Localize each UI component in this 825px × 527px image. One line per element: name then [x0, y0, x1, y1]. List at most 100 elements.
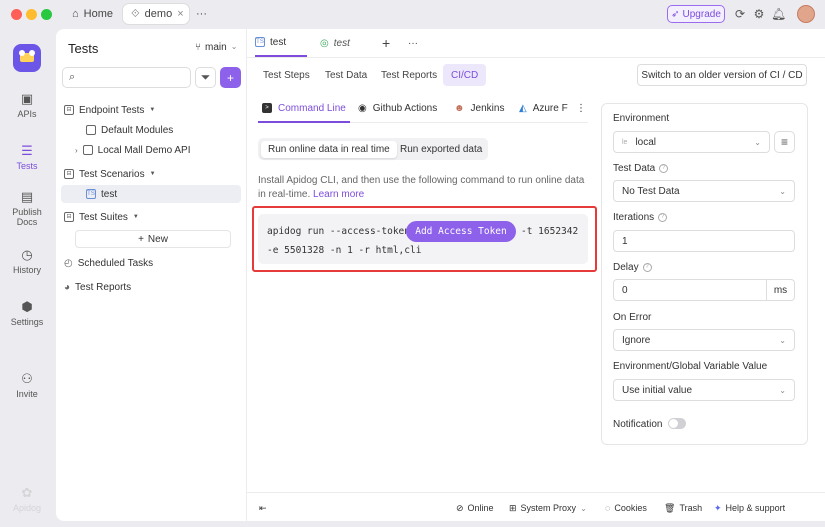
project-tab[interactable]: ⟐ demo ×	[123, 4, 189, 24]
trash-icon: 🗑︎	[664, 502, 676, 513]
learn-more-link[interactable]: Learn more	[313, 189, 364, 200]
home-tab[interactable]: ⌂ Home	[72, 4, 113, 24]
plus-icon: +	[226, 70, 234, 85]
system-proxy-button[interactable]: ⊞ System Proxy ⌄	[509, 500, 587, 516]
search-input[interactable]: ⌕	[62, 67, 191, 88]
tab-test-active[interactable]: TS test	[255, 29, 307, 57]
ci-tabs-more-button[interactable]: ⋮	[576, 99, 586, 117]
rail-apis[interactable]: ▣ APIs	[0, 91, 54, 120]
rail-invite[interactable]: ⚇ Invite	[0, 372, 54, 400]
module-icon	[82, 145, 93, 155]
collapse-sidebar-button[interactable]: ⇤	[259, 500, 267, 516]
rail-history[interactable]: ◷ History	[0, 248, 54, 276]
rail-publish-docs[interactable]: ▤ Publish Docs	[0, 189, 54, 228]
ci-tab-github[interactable]: ◉ Github Actions	[358, 99, 437, 117]
test-scenario-icon: TS	[86, 189, 96, 199]
minimize-window-button[interactable]	[26, 9, 37, 20]
chevron-down-icon: ⌄	[754, 137, 761, 147]
run-exported-option[interactable]: Run exported data	[393, 141, 489, 158]
terminal-icon: >	[262, 103, 272, 113]
ci-active-indicator	[258, 121, 350, 123]
ci-tab-label: Github Actions	[372, 102, 438, 114]
bell-icon[interactable]: 🔔︎	[771, 7, 786, 21]
notification-toggle[interactable]	[668, 418, 686, 429]
environment-manage-button[interactable]: ≡	[774, 131, 795, 153]
close-icon[interactable]: ×	[177, 8, 183, 20]
help-icon[interactable]: ?	[658, 213, 668, 222]
rail-publish-label-1: Publish	[12, 207, 42, 217]
add-tab-button[interactable]: +	[382, 29, 390, 57]
tree-label: Test Reports	[75, 281, 132, 293]
ci-tab-jenkins[interactable]: ☻ Jenkins	[454, 99, 504, 117]
trash-button[interactable]: 🗑︎ Trash	[664, 500, 702, 516]
branch-selector[interactable]: ⑂ main ⌄	[195, 42, 237, 53]
tree-test[interactable]: TS test	[86, 185, 117, 203]
rail-tests[interactable]: ☰ Tests	[0, 144, 54, 172]
notification-label: Notification	[613, 419, 662, 430]
settings-icon: ⬢	[21, 299, 33, 314]
list-icon: ≡	[780, 135, 788, 149]
tree-test-reports[interactable]: ◕ Test Reports	[64, 278, 131, 296]
chevron-down-icon: ⌄	[779, 385, 786, 395]
tree-default-modules[interactable]: Default Modules	[86, 121, 173, 139]
tab-divider	[247, 57, 825, 58]
env-var-select[interactable]: Use initial value ⌄	[613, 379, 795, 401]
more-label: ···	[196, 8, 207, 20]
subtab-label: Test Steps	[263, 69, 310, 81]
environment-select[interactable]: le local ⌄	[613, 131, 770, 153]
subtab-test-steps[interactable]: Test Steps	[255, 64, 318, 86]
help-icon[interactable]: ?	[659, 164, 669, 173]
tree-endpoint-tests[interactable]: ⊟ Endpoint Tests ▼	[64, 101, 155, 119]
tab-more-button[interactable]: ···	[408, 29, 418, 57]
tree-test-suites[interactable]: ⊟ Test Suites ▼	[64, 208, 139, 226]
online-status[interactable]: ⊘ Online	[456, 500, 494, 516]
sync-icon[interactable]: ⟳	[733, 7, 747, 21]
gear-icon[interactable]: ⚙	[752, 7, 766, 21]
tree-test-scenarios[interactable]: ⊟ Test Scenarios ▼	[64, 165, 156, 183]
avatar[interactable]	[797, 5, 815, 23]
new-suite-button[interactable]: + New	[75, 230, 231, 248]
ci-tab-azure[interactable]: ◭ Azure F	[519, 99, 574, 117]
on-error-select[interactable]: Ignore ⌄	[613, 329, 795, 351]
cookies-button[interactable]: ◌ Cookies	[605, 500, 647, 516]
tree-label: Test Scenarios	[79, 168, 145, 180]
iterations-value: 1	[622, 235, 628, 247]
label-text: Environment/Global Variable Value	[613, 361, 768, 372]
suite-icon: ⊟	[64, 212, 74, 222]
run-online-option[interactable]: Run online data in real time	[261, 141, 397, 158]
book-icon: ▤	[20, 189, 34, 204]
caret-down-icon: ▼	[132, 214, 139, 220]
subtab-label: CI/CD	[451, 69, 479, 81]
tree-local-mall[interactable]: › Local Mall Demo API	[75, 141, 191, 159]
older-version-button[interactable]: Switch to an older version of CI / CD	[637, 64, 807, 86]
module-icon	[86, 125, 96, 135]
rail-settings[interactable]: ⬢ Settings	[0, 299, 54, 328]
status-divider	[247, 492, 825, 493]
tree-label: Endpoint Tests	[79, 104, 145, 116]
test-data-select[interactable]: No Test Data ⌄	[613, 180, 795, 202]
run-exported-label: Run exported data	[400, 144, 483, 155]
close-window-button[interactable]	[11, 9, 22, 20]
branch-icon: ⑂	[195, 42, 201, 53]
tab-test-preview[interactable]: ◎ test	[320, 29, 350, 57]
home-tab-label: Home	[83, 8, 113, 20]
upgrade-button[interactable]: ➶ Upgrade	[667, 5, 725, 23]
help-icon[interactable]: ?	[642, 263, 652, 272]
subtab-test-reports[interactable]: Test Reports	[373, 64, 445, 86]
filter-button[interactable]: ⏷	[195, 67, 216, 88]
ci-tab-label: Jenkins	[470, 102, 505, 114]
subtab-test-data[interactable]: Test Data	[317, 64, 375, 86]
folder-icon: ⊟	[64, 105, 74, 115]
check-circle-icon: ⊘	[456, 502, 464, 513]
subtab-cicd[interactable]: CI/CD	[443, 64, 487, 86]
caret-down-icon: ▼	[149, 171, 156, 177]
add-button[interactable]: +	[220, 67, 241, 88]
help-support-button[interactable]: ✦ Help & support	[714, 500, 785, 516]
more-tabs-button[interactable]: ···	[196, 4, 207, 24]
branch-label: main	[205, 42, 227, 53]
iterations-input[interactable]: 1	[613, 230, 795, 252]
ci-tab-command-line[interactable]: > Command Line	[262, 99, 346, 117]
tree-scheduled-tasks[interactable]: ◴ Scheduled Tasks	[64, 254, 153, 272]
api-icon: ▣	[20, 91, 34, 106]
maximize-window-button[interactable]	[41, 9, 52, 20]
